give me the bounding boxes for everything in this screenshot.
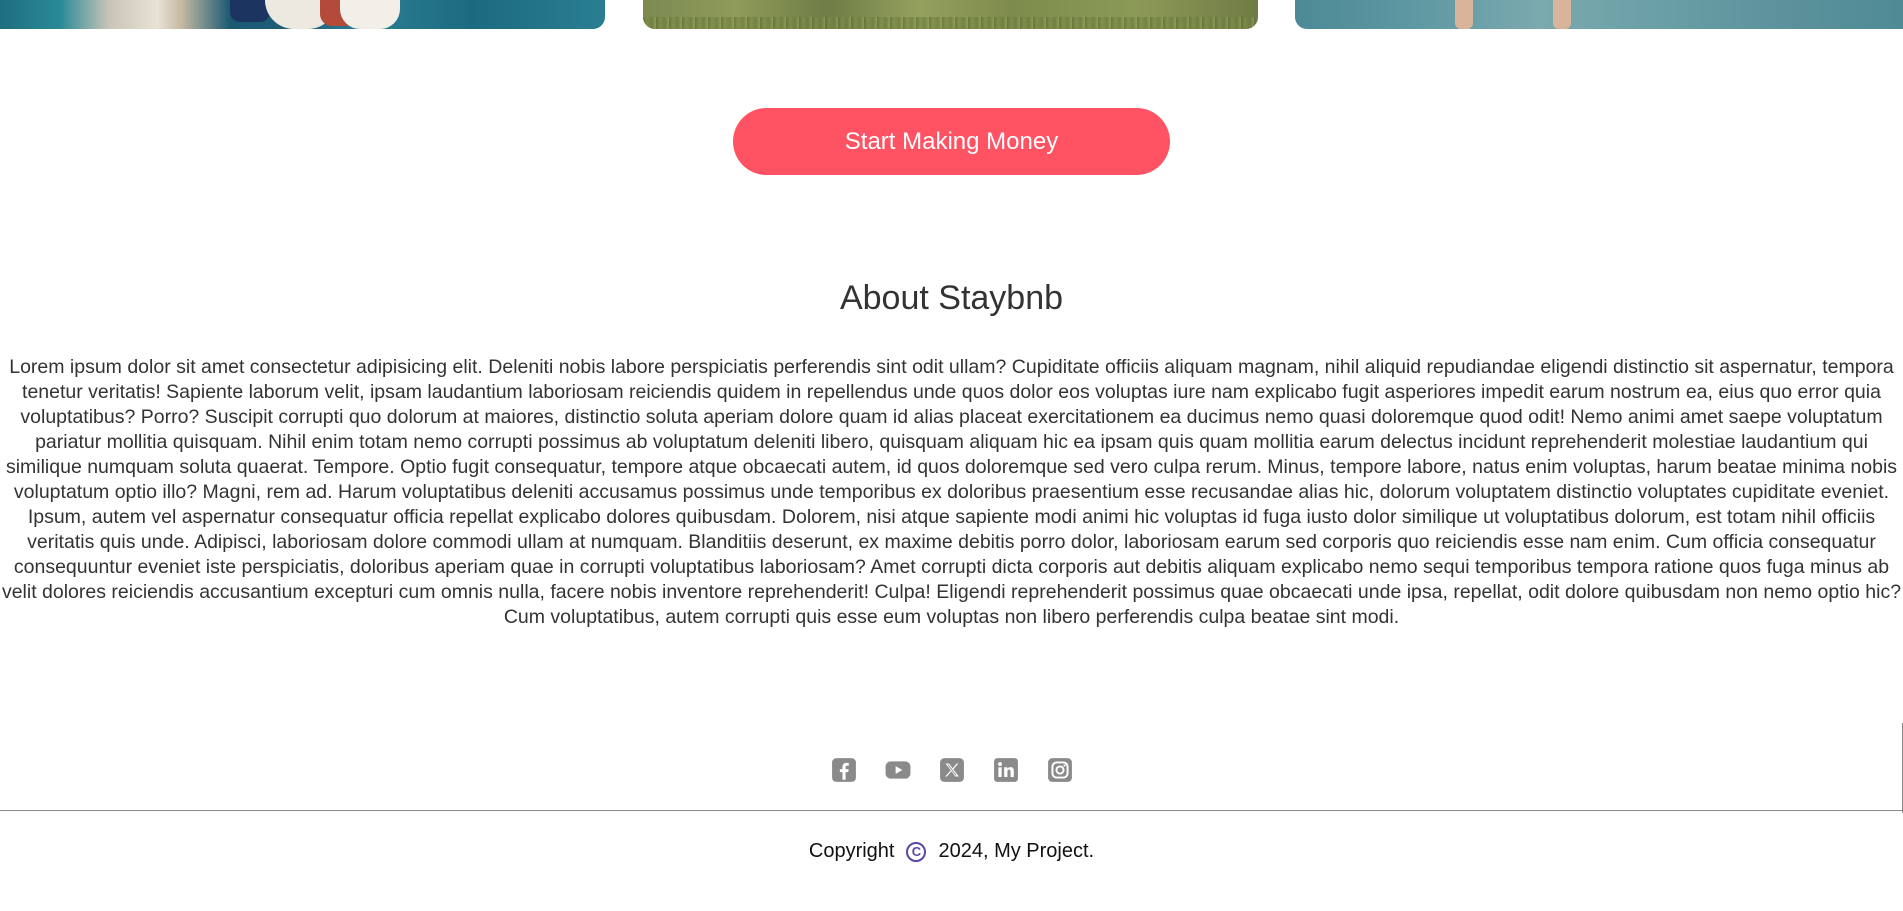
instagram-icon (1047, 758, 1072, 782)
copyright-suffix: 2024, My Project. (938, 840, 1095, 862)
cta-section: Start Making Money (0, 108, 1903, 175)
x-twitter-icon (939, 758, 964, 782)
listing-gallery-strip (0, 0, 1903, 29)
gallery-image-beach[interactable] (0, 0, 605, 29)
gallery-image-lake[interactable] (1295, 0, 1903, 29)
linkedin-link[interactable] (992, 756, 1020, 784)
instagram-link[interactable] (1046, 756, 1074, 784)
linkedin-icon (993, 758, 1018, 782)
copyright-prefix: Copyright (808, 840, 895, 862)
footer-divider (0, 810, 1903, 811)
start-making-money-button[interactable]: Start Making Money (733, 108, 1170, 175)
facebook-link[interactable] (830, 756, 858, 784)
page: Start Making Money About Staybnb Lorem i… (0, 0, 1903, 911)
social-links (0, 756, 1903, 784)
copyright-footer: Copyright C 2024, My Project. (0, 840, 1903, 863)
gallery-image-meadow[interactable] (643, 0, 1258, 29)
facebook-icon (831, 758, 856, 782)
copyright-icon: C (906, 841, 927, 862)
about-title: About Staybnb (839, 279, 1064, 317)
about-section: About Staybnb Lorem ipsum dolor sit amet… (0, 270, 1903, 630)
about-body-text: Lorem ipsum dolor sit amet consectetur a… (1, 356, 1902, 628)
x-twitter-link[interactable] (938, 756, 966, 784)
youtube-link[interactable] (884, 756, 912, 784)
youtube-icon (885, 761, 910, 779)
